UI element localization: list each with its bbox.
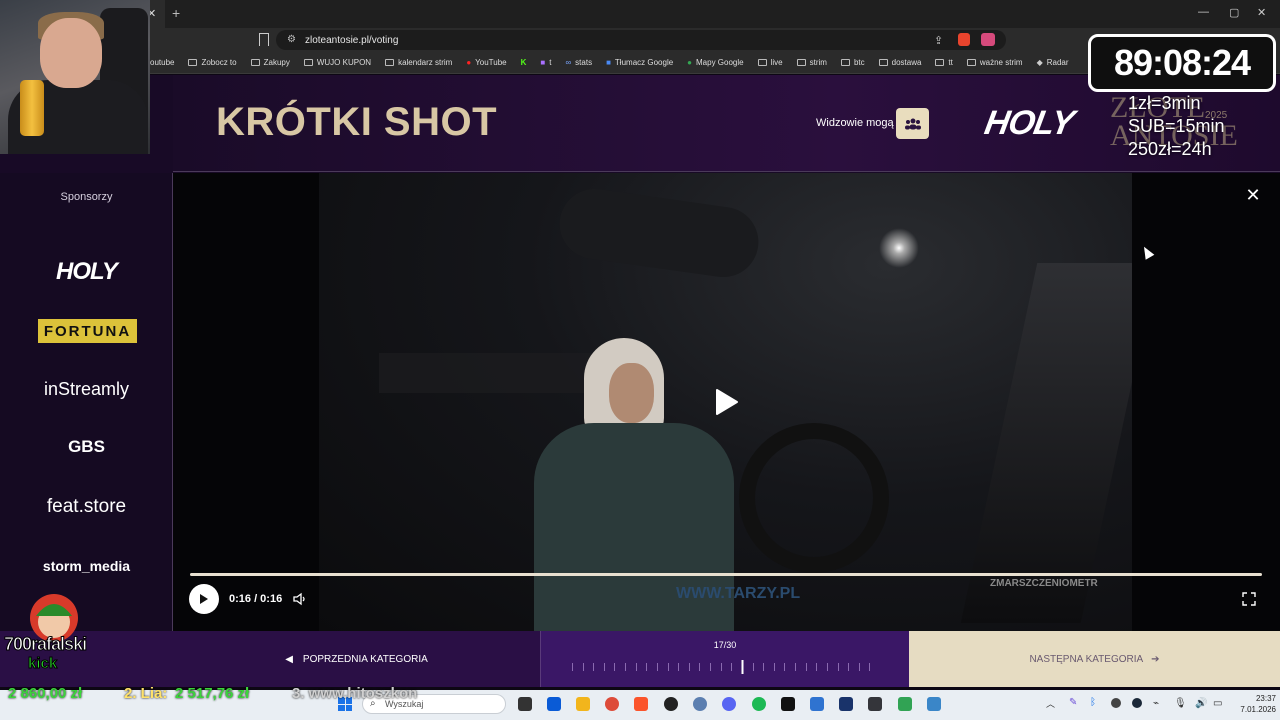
bookmark-item[interactable]: live <box>757 58 783 67</box>
steering-wheel <box>739 423 889 573</box>
folder-icon <box>188 59 198 66</box>
bookmark-item[interactable]: ● Mapy Google <box>687 58 743 67</box>
rearview-mirror <box>555 184 763 282</box>
bookmark-icon[interactable] <box>259 33 269 46</box>
folder-icon <box>757 59 767 66</box>
video-time: 0:16 / 0:16 <box>229 593 283 605</box>
twitch-icon: ■ <box>540 58 546 67</box>
kick-icon: K <box>520 58 527 67</box>
play-icon <box>716 389 738 415</box>
play-icon <box>200 594 208 604</box>
minimize-icon[interactable]: — <box>1198 6 1209 18</box>
bookmark-item[interactable]: K <box>521 58 527 67</box>
folder-icon <box>935 59 945 66</box>
site-info-icon[interactable]: ⚙ <box>287 34 296 45</box>
rewards-icon[interactable] <box>981 33 995 46</box>
folder-icon <box>303 59 313 66</box>
translate-icon: ■ <box>606 58 611 67</box>
share-icon[interactable]: ⇪ <box>934 34 943 47</box>
bookmark-item[interactable]: ważne strim <box>966 58 1023 67</box>
category-counter: 17/30 <box>713 640 737 650</box>
viewers-label: Widzowie mogą <box>816 117 894 129</box>
subathon-timer: 89:08:24 <box>1088 34 1276 92</box>
prev-category-button[interactable]: ◀ POPRZEDNIA KATEGORIA <box>173 631 541 687</box>
next-category-button[interactable]: NASTĘPNA KATEGORIA ➔ <box>909 631 1280 687</box>
timer-value: 89:08:24 <box>1113 42 1251 83</box>
radar-icon: ◆ <box>1036 58 1043 67</box>
sponsor-gbs[interactable]: GBS <box>0 437 173 457</box>
holy-logo: HOLY <box>981 104 1077 142</box>
car-window <box>379 353 619 393</box>
window-close-icon[interactable]: ✕ <box>1257 6 1266 19</box>
platform-name: kick <box>27 655 58 673</box>
bookmark-item[interactable]: ◆ Radar <box>1037 58 1069 67</box>
folder-icon <box>966 59 976 66</box>
folder-icon <box>796 59 806 66</box>
bookmark-item[interactable]: Zakupy <box>250 58 290 67</box>
brave-shield-icon[interactable] <box>958 33 970 46</box>
sponsor-fortuna[interactable]: FORTUNA <box>38 319 137 343</box>
bookmark-item[interactable]: btc <box>840 58 865 67</box>
person-face <box>609 363 654 423</box>
users-icon <box>904 118 921 129</box>
bookmark-item[interactable]: tt <box>935 58 953 67</box>
youtube-icon: ● <box>466 58 472 67</box>
category-title: KRÓTKI SHOT <box>216 100 498 144</box>
sponsor-feat-store[interactable]: feat.store <box>0 496 173 518</box>
bookmark-item[interactable]: Zobocz to <box>188 58 237 67</box>
sponsor-holy[interactable]: HOLY <box>0 258 173 286</box>
donation-ticker: 2 860,00 zł 2. Lia: 2 517,76 zł 3. www.h… <box>0 685 1280 702</box>
play-overlay-button[interactable] <box>707 380 747 424</box>
video-watermark: WWW.TARZY.PL <box>676 585 801 602</box>
bookmark-item[interactable]: ■ Tłumacz Google <box>606 58 673 67</box>
bookmark-item[interactable]: dostawa <box>878 58 921 67</box>
ticker-amount: 2 860,00 zł <box>8 685 83 702</box>
new-tab-icon[interactable]: + <box>172 5 180 21</box>
volume-icon[interactable] <box>292 591 308 607</box>
bookmark-item[interactable]: WUJO KUPON <box>303 58 371 67</box>
url-text: zloteantosie.pl/voting <box>305 35 399 46</box>
browser-tab-bar <box>0 0 1280 28</box>
play-button[interactable] <box>189 584 219 614</box>
sponsor-instreamly[interactable]: inStreamly <box>0 379 173 400</box>
category-ticks <box>572 660 870 674</box>
bookmark-item[interactable]: ∞ stats <box>565 58 592 67</box>
fullscreen-icon[interactable] <box>1242 592 1256 606</box>
viewers-button[interactable] <box>896 108 929 139</box>
sponsor-storm-media[interactable]: storm_media <box>0 558 173 574</box>
folder-icon <box>878 59 888 66</box>
stats-icon: ∞ <box>565 58 572 67</box>
streamer-name: 700rafalski <box>3 634 87 655</box>
video-watermark-secondary: ZMARSZCZENIOMETR <box>990 578 1098 589</box>
bookmark-item[interactable]: strim <box>796 58 827 67</box>
folder-icon <box>385 59 395 66</box>
webcam-overlay <box>0 0 150 154</box>
bookmark-item[interactable]: ● YouTube <box>466 58 506 67</box>
ticker-name: 2. Lia: <box>124 685 168 702</box>
arrow-left-icon: ◀ <box>285 653 293 665</box>
video-progress-bar[interactable] <box>190 573 1262 576</box>
ticker-name: 3. www.hitoszkon <box>292 685 418 702</box>
ticker-amount: 2 517,76 zł <box>175 685 250 702</box>
bookmark-item[interactable]: outube <box>150 58 174 67</box>
car-pillar <box>960 263 1132 623</box>
maximize-icon[interactable]: ▢ <box>1229 6 1239 19</box>
street-light <box>879 228 919 268</box>
folder-icon <box>840 59 850 66</box>
arrow-right-icon: ➔ <box>1151 653 1160 665</box>
close-video-button[interactable]: ✕ <box>1243 185 1263 205</box>
timer-rates: 1zł=3min SUB=15min 250zł=24h <box>1128 93 1225 159</box>
maps-icon: ● <box>687 58 693 67</box>
bookmark-item[interactable]: kalendarz strim <box>385 58 452 67</box>
bookmark-item[interactable]: ■ t <box>540 58 551 67</box>
folder-icon <box>250 59 260 66</box>
sponsors-label: Sponsorzy <box>60 191 113 203</box>
